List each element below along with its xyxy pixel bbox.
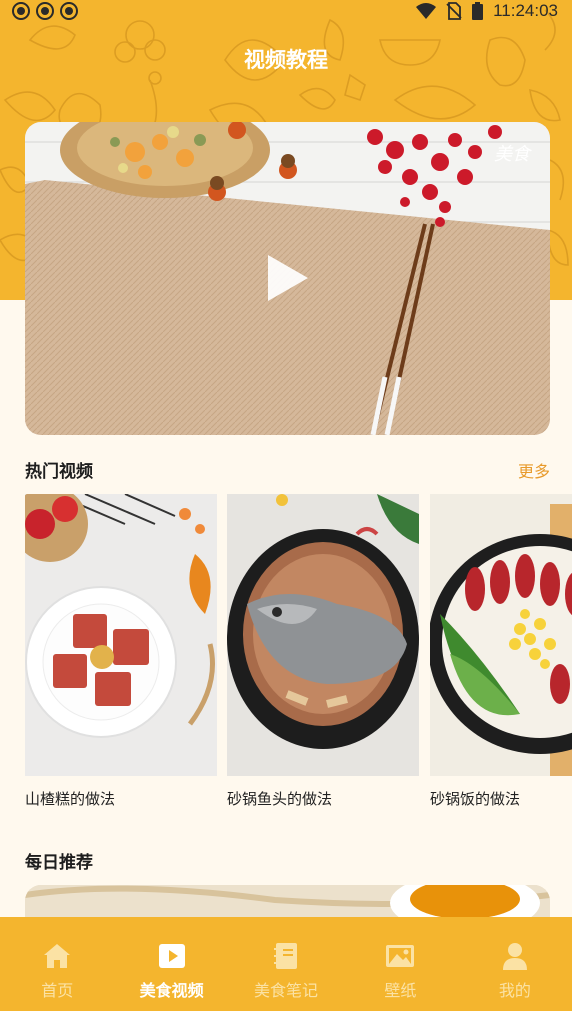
tab-profile[interactable]: 我的 [458,917,572,1011]
fish-head-pot-image [227,494,419,776]
tab-label: 我的 [498,981,531,1000]
notification-icon [60,2,78,20]
haw-cake-image [25,494,217,776]
status-bar: 11:24:03 [0,0,572,22]
hot-video-thumbnail [25,494,217,776]
claypot-rice-image [430,494,572,776]
hero-video[interactable]: 美食 [25,122,550,435]
tab-label: 美食视频 [139,981,204,1000]
more-link[interactable]: 更多 [518,458,550,482]
notification-icon [36,2,54,20]
no-sim-icon [446,2,462,20]
wifi-icon [416,3,437,19]
play-icon[interactable] [262,253,312,303]
bottom-tab-bar: 首页 美食视频 美食笔记 壁纸 我的 [0,917,572,1011]
hot-video-thumbnail [227,494,419,776]
daily-title: 每日推荐 [25,853,93,873]
hot-video-label: 砂锅鱼头的做法 [227,790,333,808]
notebook-icon [274,943,298,969]
battery-icon [472,2,484,20]
hot-video-list: 山楂糕的做法 砂锅鱼头的做法 砂锅饭的做法 [25,494,572,814]
tab-wallpaper[interactable]: 壁纸 [343,917,457,1011]
watermark: 美食 [494,144,530,165]
tab-home[interactable]: 首页 [0,917,114,1011]
image-icon [386,945,415,967]
notification-icon [12,2,30,20]
user-icon [502,943,527,970]
hot-video-item[interactable]: 山楂糕的做法 [25,494,217,809]
hot-video-item[interactable]: 砂锅饭的做法 [430,494,572,809]
hot-video-label: 砂锅饭的做法 [430,790,521,808]
hot-video-item[interactable]: 砂锅鱼头的做法 [227,494,419,809]
video-icon [158,944,185,968]
hot-video-thumbnail [430,494,572,776]
page-title: 视频教程 [244,48,328,72]
hot-videos-title: 热门视频 [25,462,93,482]
tab-food-notes[interactable]: 美食笔记 [229,917,343,1011]
tab-label: 首页 [41,981,74,1000]
tab-label: 壁纸 [384,981,417,1000]
home-icon [44,944,71,968]
tab-food-video[interactable]: 美食视频 [114,917,228,1011]
status-time: 11:24:03 [493,1,558,20]
tab-label: 美食笔记 [254,981,319,1000]
hot-video-label: 山楂糕的做法 [25,790,116,808]
